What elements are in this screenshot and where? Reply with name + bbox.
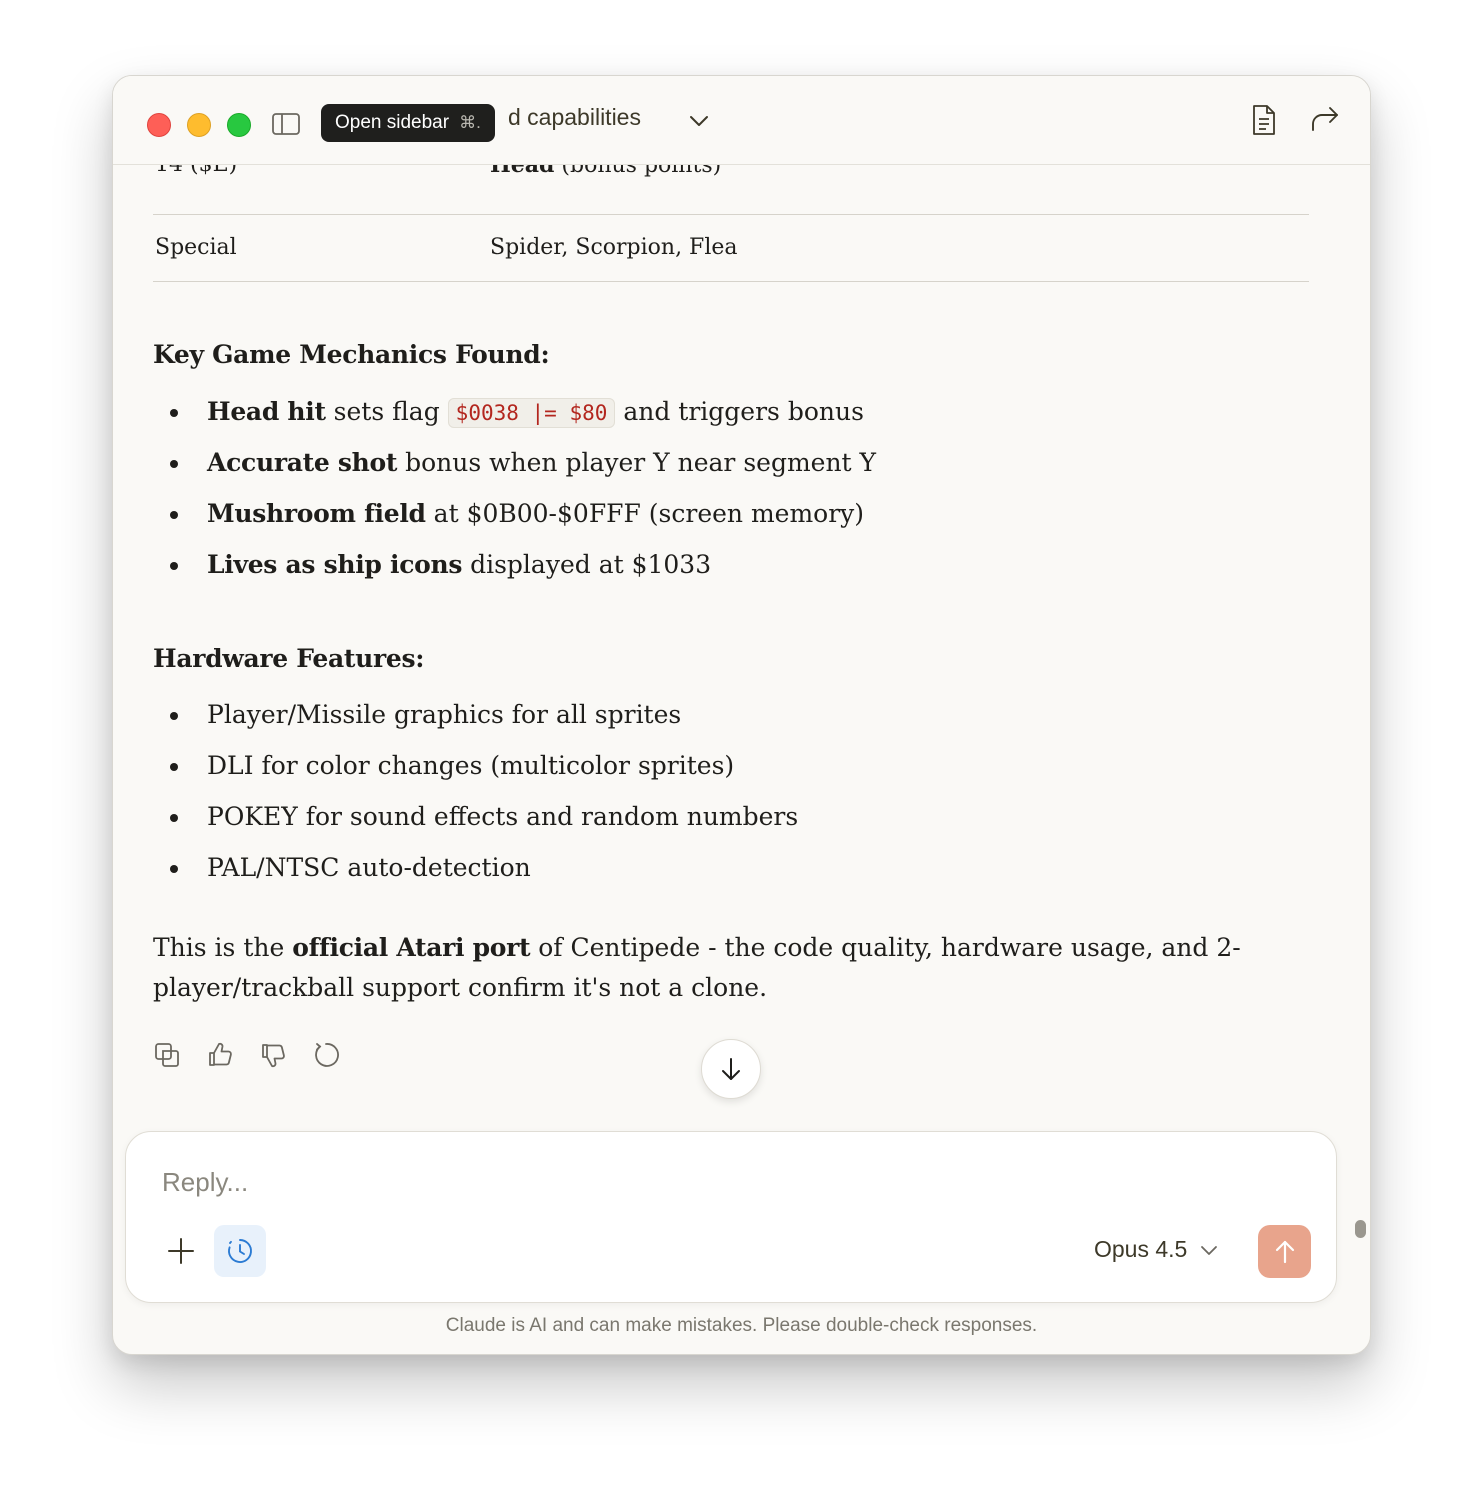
list-item: Player/Missile graphics for all sprites [153,698,798,749]
list-item: Lives as ship icons displayed at $1033 [153,548,876,599]
sidebar-toggle-icon[interactable] [271,112,301,136]
copy-icon[interactable] [153,1041,181,1069]
list-item-bold: Head hit [207,397,326,426]
list-item-text: displayed at $1033 [462,550,712,579]
chat-title-text: d capabilities [508,104,641,130]
thumbs-down-icon[interactable] [259,1041,287,1069]
zoom-window-button[interactable] [227,113,251,137]
inline-code: $0038 |= $80 [447,398,616,428]
history-button[interactable] [214,1225,266,1277]
open-sidebar-tooltip: Open sidebar ⌘. [321,104,495,142]
chat-title[interactable]: d capabilities [508,104,658,131]
model-selector[interactable]: Opus 4.5 [1094,1236,1219,1263]
table-cell: Special [155,235,237,260]
hardware-list: Player/Missile graphics for all sprites … [153,698,798,902]
summary-bold: official Atari port [292,933,531,962]
chevron-down-icon [1201,1245,1218,1255]
list-item: Head hit sets flag $0038 |= $80 and trig… [153,395,876,446]
list-item: Mushroom field at $0B00-$0FFF (screen me… [153,497,876,548]
list-item-text: and triggers bonus [615,397,864,426]
summary-paragraph: This is the official Atari port of Centi… [153,928,1253,1008]
list-item-bold: Accurate shot [207,448,398,477]
table-cell: Spider, Scorpion, Flea [490,235,738,260]
message-actions [153,1041,340,1069]
chevron-down-icon[interactable] [686,108,712,134]
document-icon[interactable] [1249,104,1279,136]
minimize-window-button[interactable] [187,113,211,137]
scrollbar-thumb[interactable] [1355,1220,1366,1238]
retry-icon[interactable] [312,1041,340,1069]
table-row: Special Spider, Scorpion, Flea [153,215,1309,282]
history-icon [228,1239,252,1263]
titlebar: d capabilities Open sidebar ⌘. [113,76,1370,165]
tooltip-label: Open sidebar [335,112,450,133]
plus-icon[interactable] [164,1234,198,1268]
list-item: PAL/NTSC auto-detection [153,851,798,902]
scroll-to-bottom-button[interactable] [701,1039,761,1099]
composer: Opus 4.5 [125,1131,1337,1303]
list-item-text: sets flag [325,397,448,426]
conversation-area: 14 ($E) Head (bonus points) Special Spid… [113,76,1370,1354]
list-item: DLI for color changes (multicolor sprite… [153,749,798,800]
arrow-up-icon [1275,1240,1294,1263]
summary-text: This is the [153,933,293,962]
list-item-text: at $0B00-$0FFF (screen memory) [425,499,865,528]
arrow-down-icon [722,1058,740,1080]
thumbs-up-icon[interactable] [206,1041,234,1069]
list-item-bold: Lives as ship icons [207,550,463,579]
model-name: Opus 4.5 [1094,1236,1188,1262]
app-window: 14 ($E) Head (bonus points) Special Spid… [112,75,1371,1355]
list-item-text: bonus when player Y near segment Y [397,448,877,477]
reply-input[interactable] [160,1166,1064,1199]
hardware-heading: Hardware Features: [153,644,425,673]
close-window-button[interactable] [147,113,171,137]
mechanics-heading: Key Game Mechanics Found: [153,340,550,369]
list-item: Accurate shot bonus when player Y near s… [153,446,876,497]
list-item-bold: Mushroom field [207,499,426,528]
share-icon[interactable] [1309,104,1341,134]
tooltip-shortcut: ⌘. [459,113,481,132]
disclaimer-text: Claude is AI and can make mistakes. Plea… [445,1315,1038,1336]
mechanics-list: Head hit sets flag $0038 |= $80 and trig… [153,395,876,599]
ref-table: 14 ($E) Head (bonus points) Special Spid… [153,148,1309,282]
send-button[interactable] [1258,1225,1311,1278]
list-item: POKEY for sound effects and random numbe… [153,800,798,851]
